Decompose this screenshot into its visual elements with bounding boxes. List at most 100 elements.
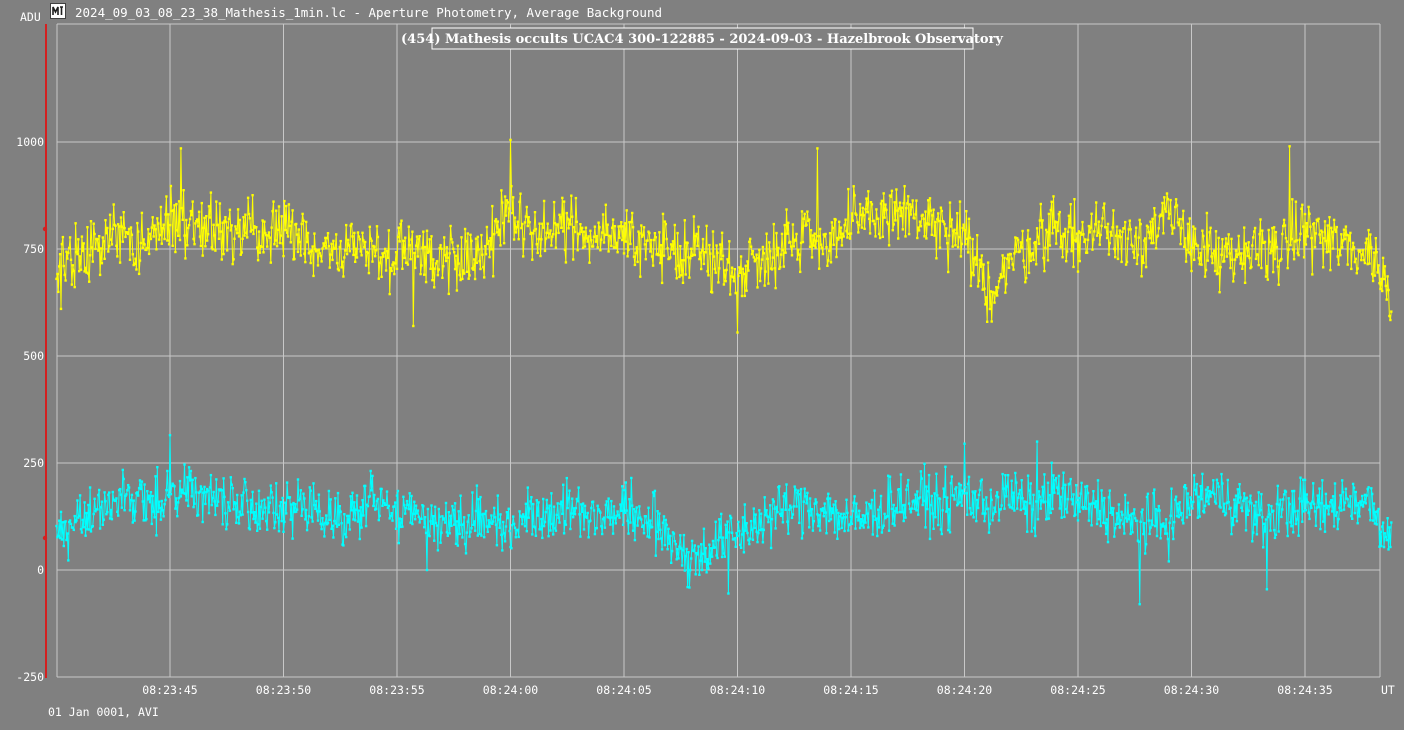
data-point — [360, 254, 363, 257]
data-point — [236, 515, 240, 519]
data-point — [370, 489, 373, 492]
data-point — [724, 523, 727, 526]
data-point — [1247, 241, 1250, 244]
data-point — [484, 253, 488, 256]
data-point — [484, 509, 488, 513]
data-point — [380, 487, 383, 491]
data-point — [397, 226, 400, 229]
data-point — [775, 505, 778, 509]
data-point — [420, 264, 423, 267]
data-point — [224, 512, 227, 515]
data-point — [387, 229, 390, 232]
data-point — [338, 245, 341, 249]
data-point — [1282, 498, 1285, 501]
data-point — [317, 493, 321, 496]
data-point — [1189, 253, 1192, 256]
data-point — [621, 238, 624, 242]
data-point — [1015, 481, 1018, 484]
data-point — [1257, 491, 1260, 494]
data-point — [505, 511, 509, 514]
data-point — [149, 237, 153, 241]
data-point — [217, 237, 221, 240]
data-point — [1293, 510, 1297, 513]
data-point — [238, 218, 242, 222]
data-point — [1109, 230, 1112, 234]
data-point — [345, 535, 348, 539]
data-point — [123, 226, 126, 230]
data-point — [625, 509, 628, 512]
data-point — [249, 498, 252, 502]
data-point — [568, 489, 571, 492]
data-point — [897, 207, 901, 210]
data-point — [633, 538, 637, 542]
data-point — [1169, 514, 1172, 517]
marker-handle-comparison[interactable] — [42, 535, 48, 541]
data-point — [586, 511, 589, 515]
data-point — [439, 541, 442, 544]
data-point — [680, 564, 684, 567]
data-point — [1317, 217, 1320, 220]
data-point — [1239, 262, 1242, 265]
data-point — [904, 235, 907, 238]
data-point — [656, 510, 659, 513]
data-point — [1085, 251, 1089, 254]
data-point — [718, 267, 721, 270]
marker-handle-target[interactable] — [42, 226, 48, 232]
data-point — [370, 239, 373, 242]
data-point — [730, 266, 734, 269]
data-point — [1196, 244, 1200, 247]
y-axis-label: ADU — [20, 10, 41, 24]
data-point — [526, 224, 529, 228]
data-point — [591, 500, 595, 503]
data-point — [1243, 492, 1246, 495]
data-point — [272, 200, 275, 203]
data-point — [1114, 527, 1117, 530]
data-point — [1354, 490, 1357, 494]
data-point — [1064, 483, 1067, 486]
data-point — [730, 531, 734, 534]
data-point — [115, 244, 118, 247]
data-point — [980, 478, 983, 481]
data-point — [1282, 218, 1286, 222]
data-point — [571, 497, 574, 500]
data-point — [1177, 224, 1180, 227]
data-point — [877, 526, 881, 529]
data-point — [801, 531, 805, 535]
data-point — [475, 261, 479, 264]
data-point — [1287, 497, 1290, 500]
data-point — [1249, 494, 1252, 497]
data-point — [415, 512, 419, 515]
data-point — [179, 495, 183, 498]
data-point — [422, 230, 425, 233]
data-point — [1253, 504, 1256, 507]
data-point — [320, 527, 323, 531]
data-point — [888, 475, 892, 478]
data-point — [657, 537, 660, 541]
data-point — [1050, 200, 1053, 203]
data-point — [731, 275, 735, 279]
data-point — [1124, 220, 1127, 224]
data-point — [67, 559, 70, 562]
data-point — [430, 504, 433, 507]
data-point — [502, 520, 505, 524]
data-point — [1268, 513, 1271, 516]
data-point — [1139, 520, 1142, 523]
data-point — [626, 519, 629, 522]
data-point — [1350, 267, 1353, 271]
data-point — [1087, 519, 1091, 522]
data-point — [159, 518, 163, 521]
data-point — [496, 220, 499, 223]
data-point — [684, 555, 687, 558]
data-point — [224, 216, 227, 219]
data-point — [498, 228, 501, 231]
light-curve-chart[interactable]: -25002505007501000 08:23:45 08:23:50 08:23… — [0, 0, 1404, 730]
data-point — [1209, 495, 1212, 498]
data-point — [718, 518, 721, 521]
data-point — [371, 260, 374, 263]
data-point — [318, 510, 321, 513]
data-point — [1026, 530, 1029, 533]
data-point — [103, 491, 106, 494]
data-point — [1349, 231, 1352, 235]
data-point — [164, 498, 167, 502]
data-point — [332, 239, 335, 243]
